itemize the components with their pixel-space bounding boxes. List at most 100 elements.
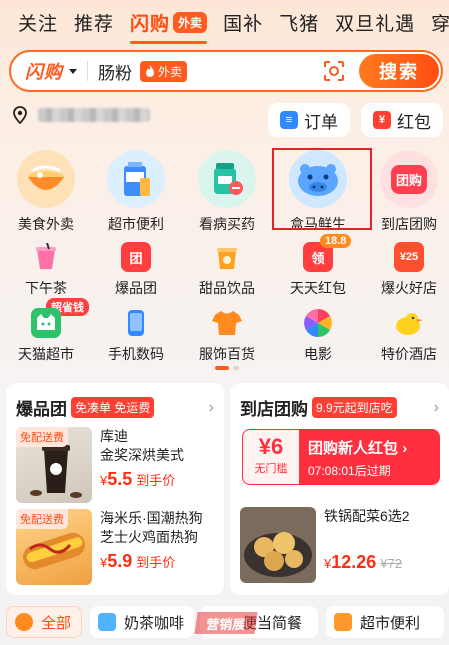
hot-group-icon-text: 团 [129, 250, 143, 266]
price-suffix: 到手价 [136, 473, 176, 488]
tab-holiday[interactable]: 双旦礼遇 [335, 9, 415, 36]
mini-apparel[interactable]: 服饰百货 [183, 308, 271, 364]
mini-hot-shop[interactable]: ¥25 爆火好店 [365, 242, 449, 298]
tmall-cat-icon [31, 308, 61, 338]
filter-chip-milk-tea[interactable]: 奶茶咖啡 [90, 606, 194, 638]
hot-group-icon: 团 [121, 242, 151, 272]
category-label: 到店团购 [381, 216, 437, 232]
mini-afternoon-tea[interactable]: 下午茶 [2, 242, 90, 298]
all-icon [15, 613, 33, 631]
filter-chip-all[interactable]: 全部 [6, 606, 82, 638]
chip-label: 奶茶咖啡 [124, 614, 185, 632]
chevron-right-icon[interactable]: › [434, 399, 439, 417]
price-suffix: 到手价 [136, 555, 176, 570]
category-food-delivery[interactable]: 美食外卖 [2, 150, 90, 234]
red-packet-button[interactable]: ¥ 红包 [361, 103, 443, 137]
medicine-icon [198, 150, 256, 208]
mini-label: 天天红包 [290, 280, 346, 296]
address-text-blurred [38, 108, 150, 122]
mini-hot-group[interactable]: 团 爆品团 [92, 242, 180, 298]
mini-dessert[interactable]: 甜品饮品 [183, 242, 271, 298]
supermarket-icon [334, 613, 352, 631]
search-scope-logo[interactable]: 闪购 [25, 58, 63, 84]
category-supermarket[interactable]: 超市便利 [92, 150, 180, 234]
card-title: 爆品团 [16, 400, 67, 419]
tab-wear[interactable]: 穿 [431, 9, 449, 36]
category-medicine[interactable]: 看病买药 [183, 150, 271, 234]
product-name: 铁锅配菜6选2 [324, 508, 410, 524]
tab-flash-buy-label: 闪购 [130, 13, 171, 35]
red-packet-label: 红包 [397, 112, 431, 132]
chevron-right-icon[interactable]: › [209, 399, 214, 417]
category-label: 美食外卖 [18, 216, 74, 232]
category-group-buy[interactable]: 团购 到店团购 [365, 150, 449, 234]
fire-shop-icon-text: ¥25 [399, 251, 419, 263]
mini-digital[interactable]: 手机数码 [92, 308, 180, 364]
price-value: 5.5 [107, 469, 133, 489]
free-delivery-tag: 免配送费 [16, 509, 68, 529]
mini-label: 爆品团 [115, 280, 157, 296]
search-query-tag: 外卖 [140, 60, 188, 82]
order-button[interactable]: ≡ 订单 [268, 103, 350, 137]
shirt-icon [212, 308, 242, 338]
page-indicator [213, 366, 241, 370]
group-buy-icon-text: 团购 [390, 164, 427, 194]
watermark-stamp: 营销展 [194, 612, 258, 634]
tofu-thumbnail [240, 507, 316, 583]
product-item[interactable]: 免配送费 海米乐·国潮热狗 芝士火鸡面热狗 ¥5.9 到手价 [16, 509, 220, 585]
tab-recommend[interactable]: 推荐 [74, 9, 114, 36]
hotel-duck-icon [394, 308, 424, 338]
chevron-down-icon[interactable] [69, 68, 77, 74]
tab-flash-buy[interactable]: 闪购 外卖 [130, 9, 208, 44]
fire-shop-icon: ¥25 [394, 242, 424, 272]
card-tag: 9.9元起到店吃 [312, 397, 397, 418]
hot-group-card[interactable]: 爆品团 免凑单 免运费 › 免配送费 库迪 金奖深烘美式 ¥5.5 到手价 免配送… [6, 383, 224, 595]
search-bar[interactable]: 闪购 肠粉 外卖 搜索 [9, 50, 443, 92]
red-packet-amount-badge: 18.8 [320, 234, 352, 248]
highlight-box [272, 148, 372, 230]
coupon-countdown: 07:08:01后过期 [308, 464, 391, 478]
red-packet-icon: ¥ [373, 111, 391, 129]
address-row[interactable] [12, 106, 150, 124]
chip-label: 全部 [41, 614, 72, 632]
mini-label: 爆火好店 [381, 280, 437, 296]
search-input[interactable]: 肠粉 [98, 59, 132, 84]
mini-daily-red-packet[interactable]: 领 天天红包 [274, 242, 362, 298]
red-packet-icon-text: 领 [311, 250, 325, 266]
group-buy-icon: 团购 [380, 150, 438, 208]
order-icon: ≡ [280, 111, 298, 129]
supermarket-icon [107, 150, 165, 208]
coffee-thumbnail: 免配送费 [16, 427, 92, 503]
product-price: ¥5.9 到手价 [100, 551, 176, 571]
tab-fliggy[interactable]: 飞猪 [279, 9, 319, 36]
mini-hotel[interactable]: 特价酒店 [365, 308, 449, 364]
free-delivery-tag: 免配送费 [16, 427, 68, 447]
noodle-bowl-icon [17, 150, 75, 208]
search-query-tag-label: 外卖 [158, 64, 183, 79]
product-item[interactable]: 铁锅配菜6选2 ¥12.26 ¥72 [240, 507, 444, 583]
card-tag: 免凑单 免运费 [71, 397, 155, 418]
dessert-icon [212, 242, 242, 272]
tab-flash-buy-badge: 外卖 [173, 11, 208, 33]
tab-follow[interactable]: 关注 [18, 9, 58, 36]
filter-chip-supermarket[interactable]: 超市便利 [326, 606, 444, 638]
mini-label: 下午茶 [25, 280, 67, 296]
milk-tea-icon [98, 613, 116, 631]
coupon-amount-label: 无门槛 [254, 463, 288, 475]
category-label: 超市便利 [108, 216, 164, 232]
price-value: 5.9 [107, 551, 133, 571]
category-label: 看病买药 [199, 216, 255, 232]
search-divider [87, 61, 88, 81]
search-button[interactable]: 搜索 [359, 54, 439, 88]
mini-label: 电影 [304, 346, 332, 362]
product-name: 库迪 金奖深烘美式 [100, 428, 184, 463]
scan-icon[interactable] [323, 60, 345, 82]
newcomer-coupon[interactable]: ¥6 无门槛 团购新人红包 › 07:08:01后过期 [242, 429, 440, 485]
movie-icon [303, 308, 333, 338]
mini-movie[interactable]: 电影 [274, 308, 362, 364]
tab-subsidy[interactable]: 国补 [223, 9, 263, 36]
product-item[interactable]: 免配送费 库迪 金奖深烘美式 ¥5.5 到手价 [16, 427, 220, 503]
coupon-amount: ¥6 [258, 434, 284, 459]
mini-tmall-market[interactable]: 天猫超市 [2, 308, 90, 364]
group-buy-card[interactable]: 到店团购 9.9元起到店吃 › ¥6 无门槛 团购新人红包 › 07:08:01… [230, 383, 449, 595]
